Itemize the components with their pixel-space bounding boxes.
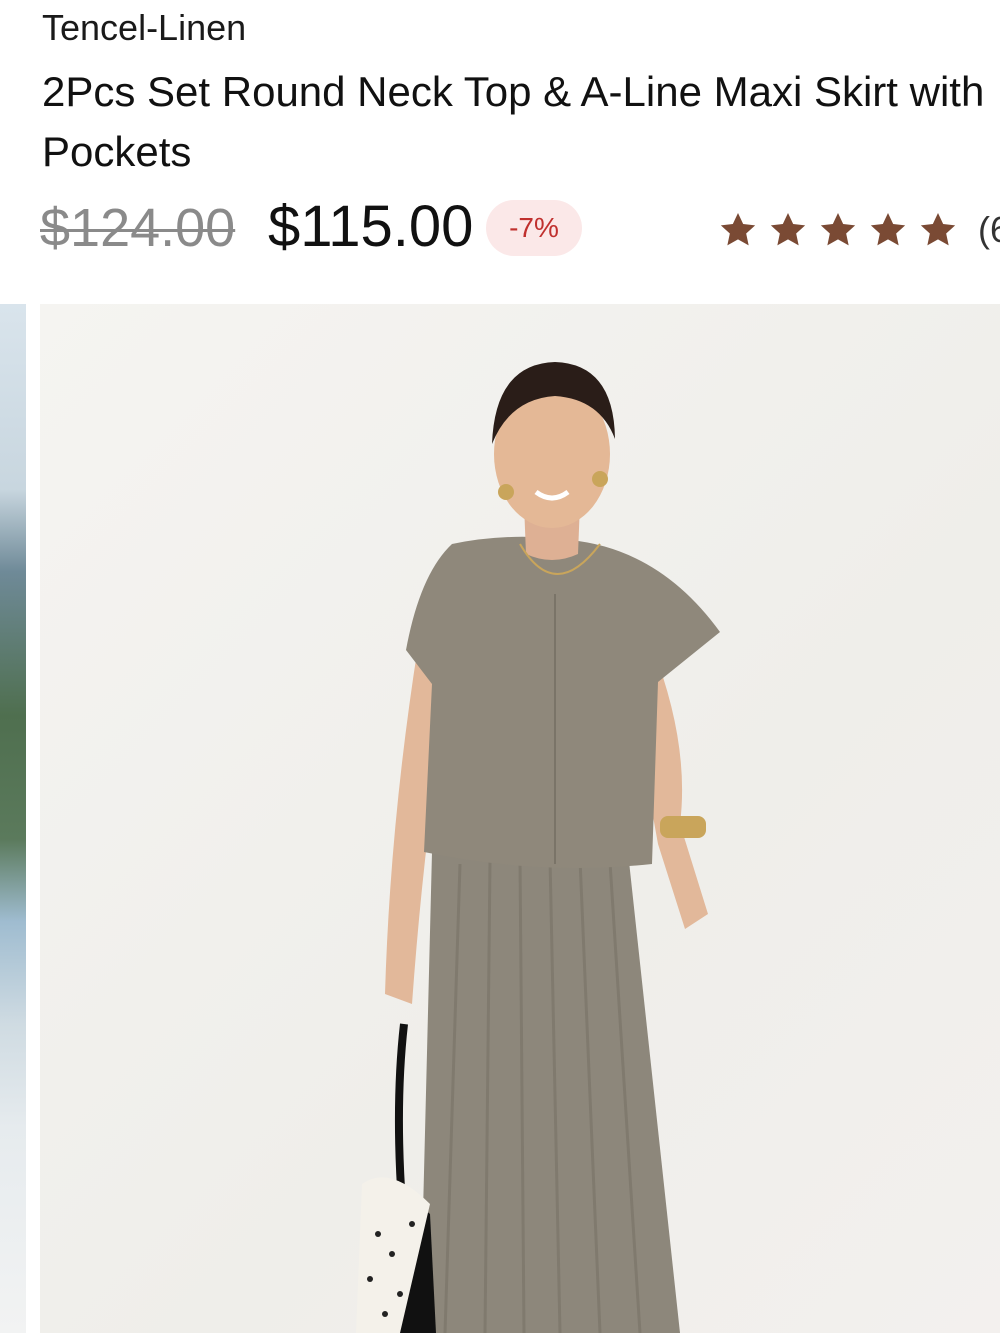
price-row: $124.00 $115.00 -7% (6 <box>40 192 1000 264</box>
product-category[interactable]: Tencel-Linen <box>42 6 246 50</box>
star-icon <box>920 213 956 246</box>
discount-badge: -7% <box>486 200 582 256</box>
product-detail-page: Tencel-Linen 2Pcs Set Round Neck Top & A… <box>0 0 1000 1333</box>
previous-photo-icon[interactable] <box>0 304 26 1333</box>
rating-count: (6 <box>978 209 1000 250</box>
star-icon <box>820 213 856 246</box>
rating-summary[interactable]: (6 <box>718 206 1000 254</box>
star-icon <box>870 213 906 246</box>
star-icon <box>720 213 756 246</box>
sale-price: $115.00 <box>268 194 474 259</box>
product-title: 2Pcs Set Round Neck Top & A-Line Maxi Sk… <box>42 68 985 175</box>
model-illustration <box>356 362 720 1333</box>
product-photo-icon[interactable] <box>40 304 1000 1333</box>
original-price: $124.00 <box>40 198 236 258</box>
product-image-gallery[interactable] <box>0 304 1000 1333</box>
star-icon <box>770 213 806 246</box>
